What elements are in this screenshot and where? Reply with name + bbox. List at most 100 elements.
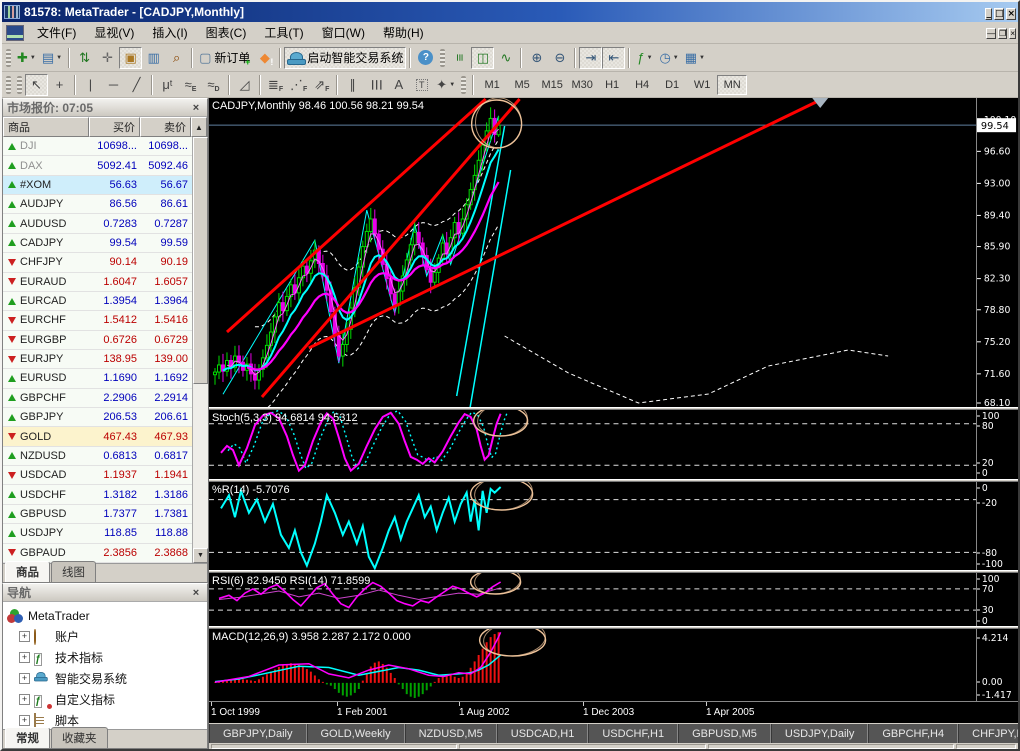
williams-r-pane-scale[interactable]: 0 -20 -80 -100 bbox=[976, 482, 1018, 570]
chart-window-icon[interactable] bbox=[6, 24, 24, 41]
scroll-up-icon[interactable]: ▲ bbox=[191, 117, 207, 137]
timeframe-m1[interactable]: M1 bbox=[477, 75, 507, 95]
elliott-impulse-button[interactable]: ≈ E bbox=[179, 74, 202, 96]
text-button[interactable]: A bbox=[387, 74, 410, 96]
market-watch-scrollbar[interactable]: ▼ bbox=[192, 137, 208, 563]
minimize-button[interactable]: _ bbox=[985, 7, 992, 20]
quote-row[interactable]: DJI 10698... 10698... bbox=[3, 137, 192, 157]
timeframe-h1[interactable]: H1 bbox=[597, 75, 627, 95]
indicators-button[interactable]: ƒ ▼ bbox=[633, 47, 656, 69]
timeframe-m30[interactable]: M30 bbox=[567, 75, 597, 95]
close-icon[interactable]: × bbox=[189, 102, 203, 114]
macd-pane[interactable]: MACD(12,26,9) 3.958 2.287 2.172 0.000 4.2… bbox=[209, 629, 1018, 701]
toolbar-grip[interactable] bbox=[6, 48, 11, 67]
zoom-in-button[interactable]: ⊕ bbox=[525, 47, 548, 69]
cycle-lines-button[interactable]: ☰ bbox=[364, 74, 387, 96]
mdi-restore-button[interactable]: ❐ bbox=[998, 27, 1008, 39]
williams-r-pane[interactable]: %R(14) -5.7076 0 -20 -80 -100 bbox=[209, 482, 1018, 570]
timeframe-h4[interactable]: H4 bbox=[627, 75, 657, 95]
expand-plus-icon[interactable]: + bbox=[19, 631, 30, 642]
chart-tab[interactable]: USDJPY,Daily bbox=[770, 724, 869, 743]
parallel-channel-button[interactable]: ∥ bbox=[341, 74, 364, 96]
stoch-pane-plot[interactable]: Stoch(5,3,3) 94.6814 94.5312 bbox=[209, 410, 976, 479]
navigator-item-expert-advisors[interactable]: + 智能交易系统 bbox=[7, 668, 207, 689]
strategy-tester-button[interactable]: ⌕ bbox=[165, 47, 188, 69]
navigator-item-custom-indicators[interactable]: + ƒ 自定义指标 bbox=[7, 689, 207, 710]
timeframe-m15[interactable]: M15 bbox=[537, 75, 567, 95]
column-header-symbol[interactable]: 商品 bbox=[3, 117, 89, 137]
quote-row[interactable]: EURCHF 1.5412 1.5416 bbox=[3, 311, 192, 331]
quote-row[interactable]: CHFJPY 90.14 90.19 bbox=[3, 253, 192, 273]
quote-row[interactable]: EURJPY 138.95 139.00 bbox=[3, 349, 192, 370]
stoch-pane-scale[interactable]: 100 80 20 0 bbox=[976, 410, 1018, 479]
mdi-minimize-button[interactable]: — bbox=[986, 27, 997, 39]
text-label-button[interactable]: T bbox=[410, 74, 433, 96]
timeframe-w1[interactable]: W1 bbox=[687, 75, 717, 95]
new-order-button[interactable]: ▢ + 新订单 bbox=[196, 47, 253, 69]
quote-row[interactable]: AUDJPY 86.56 86.61 bbox=[3, 195, 192, 215]
profiles-button[interactable]: ▤ ▼ bbox=[39, 47, 65, 69]
arrows-button[interactable]: ✦ ▼ bbox=[433, 74, 458, 96]
fibo-fan-button[interactable]: ⋰ F bbox=[287, 74, 310, 96]
zoom-out-button[interactable]: ⊖ bbox=[548, 47, 571, 69]
trendline-button[interactable]: ╱ bbox=[125, 74, 148, 96]
toolbar-grip[interactable] bbox=[461, 75, 467, 94]
navigator-title[interactable]: 导航 × bbox=[3, 584, 207, 602]
chart-tab[interactable]: GBPCHF,H4 bbox=[868, 724, 959, 743]
horizontal-line-button[interactable]: ─ bbox=[102, 74, 125, 96]
macd-pane-plot[interactable]: MACD(12,26,9) 3.958 2.287 2.172 0.000 bbox=[209, 629, 976, 701]
rsi-pane-scale[interactable]: 100 70 30 0 bbox=[976, 573, 1018, 626]
navigator-tab[interactable]: 收藏夹 bbox=[51, 727, 108, 748]
market-watch-tab[interactable]: 线图 bbox=[51, 561, 96, 582]
chart-tab[interactable]: CHFJPY,Daily bbox=[958, 724, 1018, 743]
quote-row[interactable]: DAX 5092.41 5092.46 bbox=[3, 156, 192, 176]
navigator-root-item[interactable]: MetaTrader bbox=[7, 605, 207, 626]
menu-item[interactable]: 工具(T) bbox=[255, 21, 312, 44]
timeframe-m5[interactable]: M5 bbox=[507, 75, 537, 95]
market-watch-toggle[interactable]: ⇅ bbox=[73, 47, 96, 69]
menu-item[interactable]: 文件(F) bbox=[28, 21, 85, 44]
cursor-button[interactable]: ↖ bbox=[25, 73, 48, 96]
expand-plus-icon[interactable]: + bbox=[19, 694, 30, 705]
chart-tab[interactable]: USDCAD,H1 bbox=[496, 724, 589, 743]
line-chart-button[interactable]: ∿ bbox=[494, 47, 517, 69]
quote-row[interactable]: GBPJPY 206.53 206.61 bbox=[3, 408, 192, 428]
navigator-item-indicators[interactable]: + ƒ 技术指标 bbox=[7, 647, 207, 668]
timeframe-mn[interactable]: MN bbox=[717, 74, 748, 95]
expand-plus-icon[interactable]: + bbox=[19, 715, 30, 726]
quote-row[interactable]: EURGBP 0.6726 0.6729 bbox=[3, 330, 192, 350]
column-header-ask[interactable]: 卖价 bbox=[140, 117, 191, 137]
menu-item[interactable]: 帮助(H) bbox=[374, 21, 433, 44]
column-header-bid[interactable]: 买价 bbox=[89, 117, 140, 137]
templates-button[interactable]: ▦ ▼ bbox=[682, 47, 708, 69]
data-window-button[interactable]: ✛ bbox=[96, 47, 119, 69]
terminal-toggle[interactable]: ▥ bbox=[142, 47, 165, 69]
new-chart-button[interactable]: ✚ ▼ bbox=[14, 47, 39, 69]
andrews-pitchfork-button[interactable]: μᵗ bbox=[156, 74, 179, 96]
expand-plus-icon[interactable]: + bbox=[19, 673, 30, 684]
quote-row[interactable]: EURAUD 1.6047 1.6057 bbox=[3, 272, 192, 292]
fibo-retracement-button[interactable]: ≣ F bbox=[264, 74, 287, 96]
date-axis[interactable]: 1 Oct 1999 1 Feb 2001 1 Aug 2002 1 Dec 2003… bbox=[209, 701, 1018, 723]
help-button[interactable]: ? bbox=[414, 47, 437, 69]
expand-plus-icon[interactable]: + bbox=[19, 652, 30, 663]
fibo-expansion-button[interactable]: ⇗ F bbox=[310, 74, 333, 96]
menu-item[interactable]: 显视(V) bbox=[85, 21, 143, 44]
toolbar-grip[interactable] bbox=[440, 48, 446, 67]
bar-chart-button[interactable]: ≡ bbox=[448, 47, 471, 69]
macd-pane-scale[interactable]: 4.214 0.00 -1.417 bbox=[976, 629, 1018, 701]
timeframe-d1[interactable]: D1 bbox=[657, 75, 687, 95]
quote-row[interactable]: GBPUSD 1.7377 1.7381 bbox=[3, 504, 192, 525]
candlestick-button[interactable]: ◫ bbox=[471, 46, 495, 69]
auto-scroll-button[interactable]: ⇥ bbox=[579, 46, 603, 69]
menu-item[interactable]: 图表(C) bbox=[197, 21, 256, 44]
mdi-close-button[interactable]: × bbox=[1009, 27, 1016, 39]
vertical-line-button[interactable]: | bbox=[79, 74, 102, 96]
main-chart[interactable]: CADJPY,Monthly 98.46 100.56 98.21 99.541… bbox=[209, 98, 1018, 407]
gann-fan-button[interactable]: ◿ bbox=[233, 74, 256, 96]
quote-row[interactable]: USDCHF 1.3182 1.3186 bbox=[3, 485, 192, 505]
expert-advisors-button[interactable]: 启动智能交易系统 bbox=[284, 46, 407, 69]
main-chart-scale[interactable]: 100.1096.6093.0089.4085.9082.3078.8075.2… bbox=[976, 98, 1018, 407]
navigator-item-accounts[interactable]: + 账户 bbox=[7, 626, 207, 647]
quote-row[interactable]: AUDUSD 0.7283 0.7287 bbox=[3, 214, 192, 234]
